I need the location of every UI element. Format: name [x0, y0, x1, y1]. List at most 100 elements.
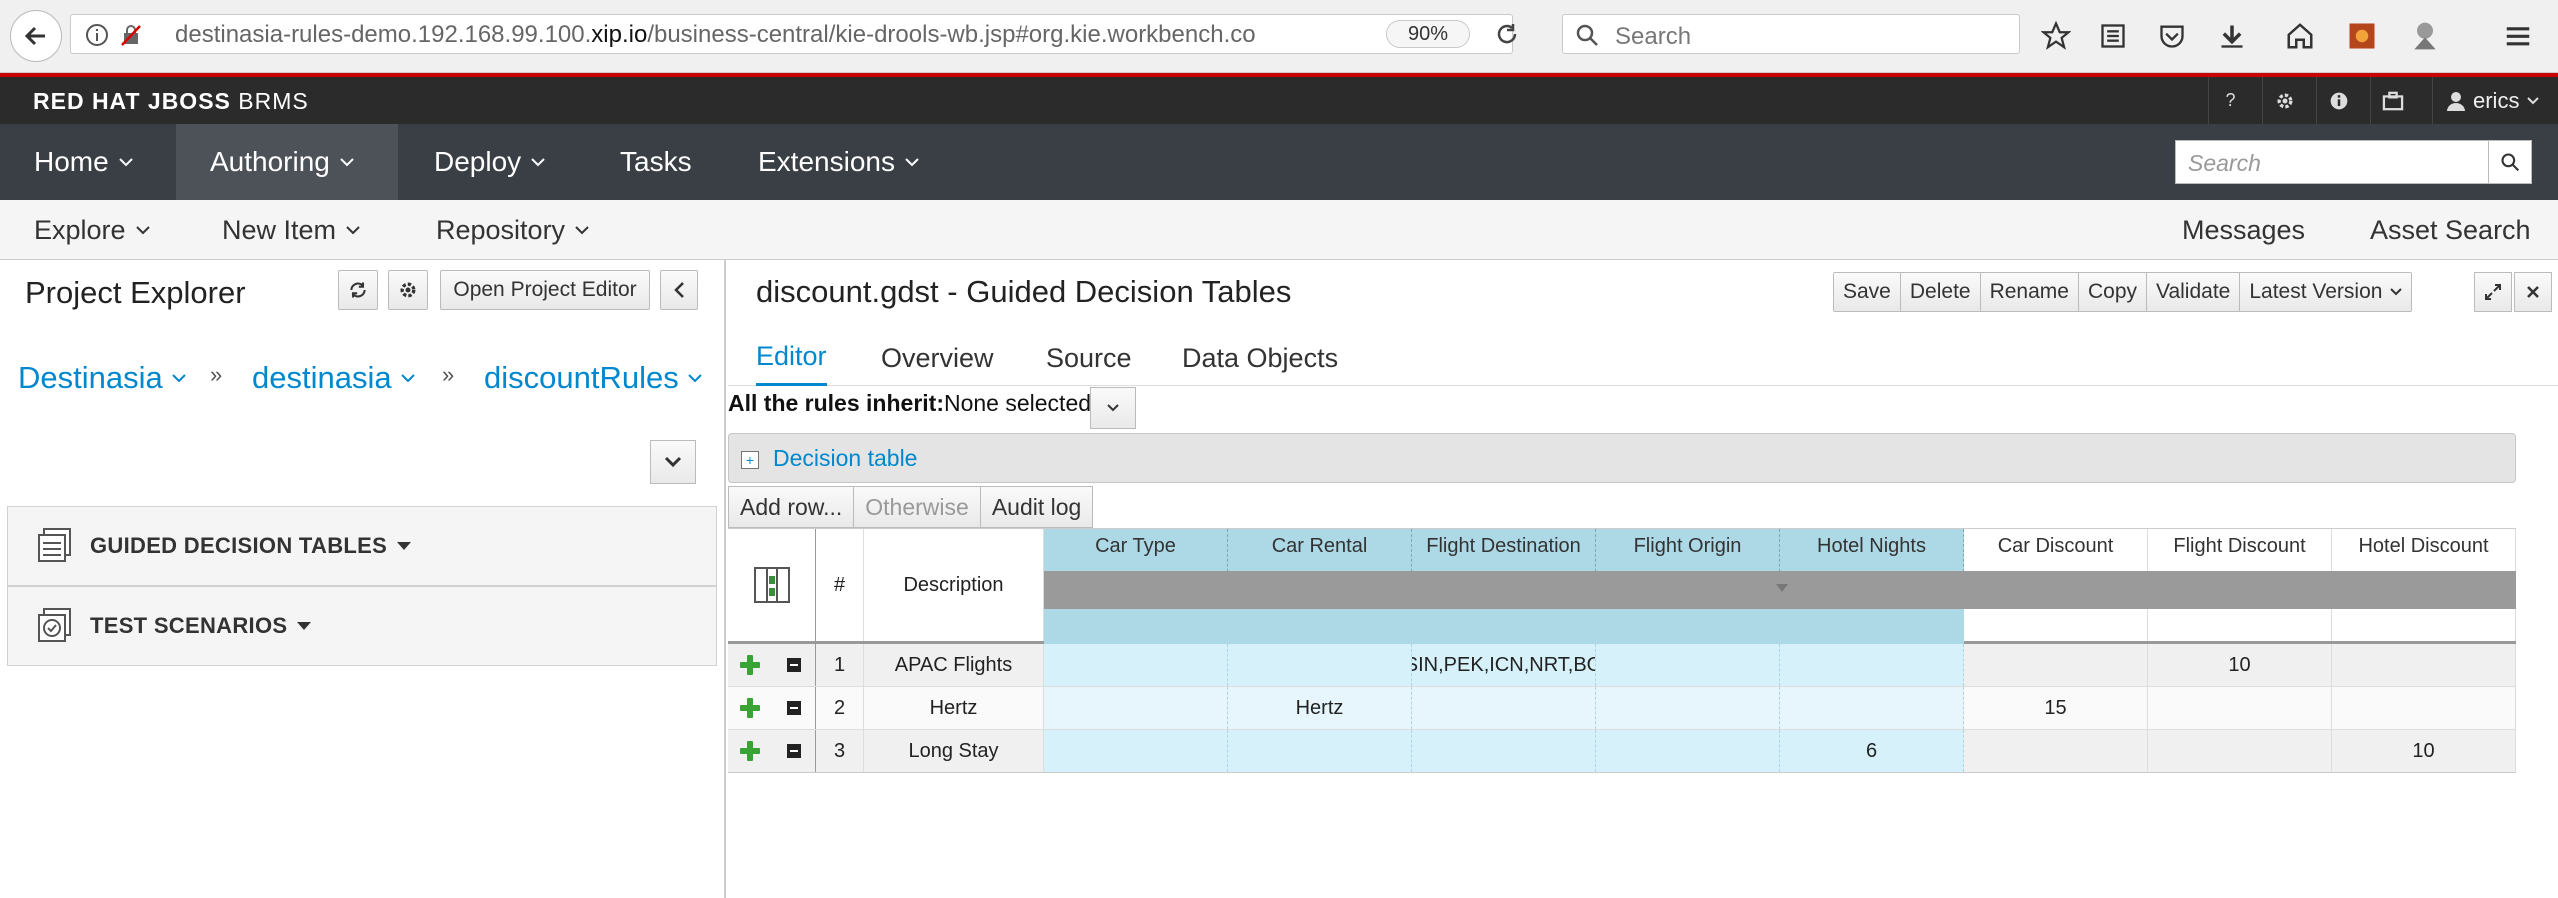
- subnav-repository[interactable]: Repository: [436, 200, 589, 260]
- help-button[interactable]: ?: [2208, 77, 2252, 124]
- table-row[interactable]: 3 Long Stay 6 10: [728, 730, 2516, 773]
- gear-icon: [2277, 93, 2292, 108]
- add-row-icon[interactable]: [728, 730, 772, 772]
- cell-car-discount[interactable]: [1964, 644, 2148, 686]
- cell-hotel-discount[interactable]: [2332, 644, 2516, 686]
- nav-extensions[interactable]: Extensions: [724, 124, 953, 200]
- cell-car-type[interactable]: [1044, 644, 1228, 686]
- cell-description[interactable]: Hertz: [864, 687, 1044, 729]
- toolbox-button[interactable]: [2370, 77, 2414, 124]
- section-guided-decision-tables[interactable]: GUIDED DECISION TABLES: [7, 506, 717, 586]
- maximize-button[interactable]: [2474, 272, 2512, 312]
- info-icon[interactable]: [85, 23, 109, 47]
- explorer-settings-button[interactable]: [388, 270, 428, 310]
- cell-description[interactable]: Long Stay: [864, 730, 1044, 772]
- cell-hotel-discount[interactable]: [2332, 687, 2516, 729]
- cell-hotel-nights[interactable]: 6: [1780, 730, 1964, 772]
- insecure-lock-icon[interactable]: [119, 23, 143, 47]
- table-row[interactable]: 2 Hertz Hertz 15: [728, 687, 2516, 730]
- tab-editor[interactable]: Editor: [756, 330, 827, 386]
- cell-description[interactable]: APAC Flights: [864, 644, 1044, 686]
- cell-flight-origin[interactable]: [1596, 730, 1780, 772]
- addon-icon[interactable]: [2405, 16, 2445, 56]
- user-menu[interactable]: erics: [2432, 77, 2540, 124]
- cell-flight-discount[interactable]: [2148, 730, 2332, 772]
- cell-car-rental[interactable]: [1228, 644, 1412, 686]
- delete-button[interactable]: Delete: [1900, 273, 1981, 311]
- nav-home[interactable]: Home: [0, 124, 167, 200]
- add-row-icon[interactable]: [728, 687, 772, 729]
- extension-icon[interactable]: [2342, 16, 2382, 56]
- nav-search-input[interactable]: Search: [2175, 140, 2489, 184]
- decision-table-section[interactable]: + Decision table: [728, 433, 2516, 483]
- open-project-editor-button[interactable]: Open Project Editor: [440, 270, 650, 310]
- expand-plus-icon[interactable]: +: [741, 451, 759, 469]
- tab-data-objects[interactable]: Data Objects: [1182, 330, 1338, 386]
- breadcrumb-organization[interactable]: Destinasia: [18, 360, 187, 396]
- rename-button[interactable]: Rename: [1980, 273, 2079, 311]
- pattern-header-band[interactable]: [1044, 571, 2516, 609]
- cell-flight-destination[interactable]: [1412, 687, 1596, 729]
- cell-flight-discount[interactable]: 10: [2148, 644, 2332, 686]
- breadcrumb-repository[interactable]: destinasia: [252, 360, 416, 396]
- collapse-panel-button[interactable]: [660, 270, 698, 310]
- nav-tasks[interactable]: Tasks: [586, 124, 726, 200]
- delete-row-icon[interactable]: [772, 730, 816, 772]
- add-row-button[interactable]: Add row...: [728, 486, 855, 528]
- close-editor-button[interactable]: [2514, 272, 2552, 312]
- cell-car-rental[interactable]: Hertz: [1228, 687, 1412, 729]
- cell-car-discount[interactable]: [1964, 730, 2148, 772]
- cell-flight-discount[interactable]: [2148, 687, 2332, 729]
- inherit-rule-dropdown[interactable]: [1090, 387, 1136, 429]
- subnav-messages[interactable]: Messages: [2182, 200, 2305, 260]
- tab-overview[interactable]: Overview: [881, 330, 994, 386]
- nav-search-button[interactable]: [2488, 140, 2532, 184]
- validate-button[interactable]: Validate: [2147, 273, 2241, 311]
- nav-deploy[interactable]: Deploy: [400, 124, 579, 200]
- section-test-scenarios[interactable]: TEST SCENARIOS: [7, 586, 717, 666]
- cell-flight-origin[interactable]: [1596, 687, 1780, 729]
- cell-flight-destination[interactable]: SIN,PEK,ICN,NRT,BO: [1412, 644, 1596, 686]
- subnav-asset-search[interactable]: Asset Search: [2370, 200, 2531, 260]
- hamburger-menu-icon[interactable]: [2498, 16, 2538, 56]
- explorer-options-toggle[interactable]: [650, 440, 696, 484]
- delete-row-icon[interactable]: [772, 644, 816, 686]
- cell-flight-destination[interactable]: [1412, 730, 1596, 772]
- version-dropdown[interactable]: Latest Version: [2240, 273, 2412, 311]
- zoom-indicator[interactable]: 90%: [1386, 20, 1470, 48]
- audit-log-button[interactable]: Audit log: [979, 486, 1094, 528]
- nav-authoring[interactable]: Authoring: [176, 124, 398, 200]
- reload-button[interactable]: [1489, 19, 1525, 49]
- breadcrumb-project[interactable]: discountRules: [484, 360, 703, 396]
- download-icon[interactable]: [2212, 16, 2252, 56]
- cell-hotel-nights[interactable]: [1780, 644, 1964, 686]
- bookmark-star-icon[interactable]: [2036, 16, 2076, 56]
- pocket-icon[interactable]: [2152, 16, 2192, 56]
- column-config-button[interactable]: [728, 529, 816, 641]
- settings-button[interactable]: [2262, 77, 2306, 124]
- cell-car-rental[interactable]: [1228, 730, 1412, 772]
- subnav-explore[interactable]: Explore: [34, 200, 150, 260]
- cell-car-type[interactable]: [1044, 730, 1228, 772]
- subnav-new-item[interactable]: New Item: [222, 200, 360, 260]
- save-button[interactable]: Save: [1834, 273, 1901, 311]
- reading-list-icon[interactable]: [2093, 16, 2133, 56]
- cell-hotel-discount[interactable]: 10: [2332, 730, 2516, 772]
- cell-car-type[interactable]: [1044, 687, 1228, 729]
- copy-button[interactable]: Copy: [2078, 273, 2147, 311]
- otherwise-button[interactable]: Otherwise: [853, 486, 981, 528]
- back-button[interactable]: [10, 10, 62, 62]
- cell-hotel-nights[interactable]: [1780, 687, 1964, 729]
- header-description[interactable]: Description: [864, 529, 1044, 641]
- url-bar[interactable]: destinasia-rules-demo.192.168.99.100.xip…: [70, 14, 1517, 54]
- cell-car-discount[interactable]: 15: [1964, 687, 2148, 729]
- tab-source[interactable]: Source: [1046, 330, 1132, 386]
- delete-row-icon[interactable]: [772, 687, 816, 729]
- refresh-button[interactable]: [338, 270, 378, 310]
- browser-search-input[interactable]: Search: [1562, 14, 2020, 54]
- info-button[interactable]: [2316, 77, 2360, 124]
- home-icon[interactable]: [2280, 16, 2320, 56]
- table-row[interactable]: 1 APAC Flights SIN,PEK,ICN,NRT,BO 10: [728, 644, 2516, 687]
- add-row-icon[interactable]: [728, 644, 772, 686]
- cell-flight-origin[interactable]: [1596, 644, 1780, 686]
